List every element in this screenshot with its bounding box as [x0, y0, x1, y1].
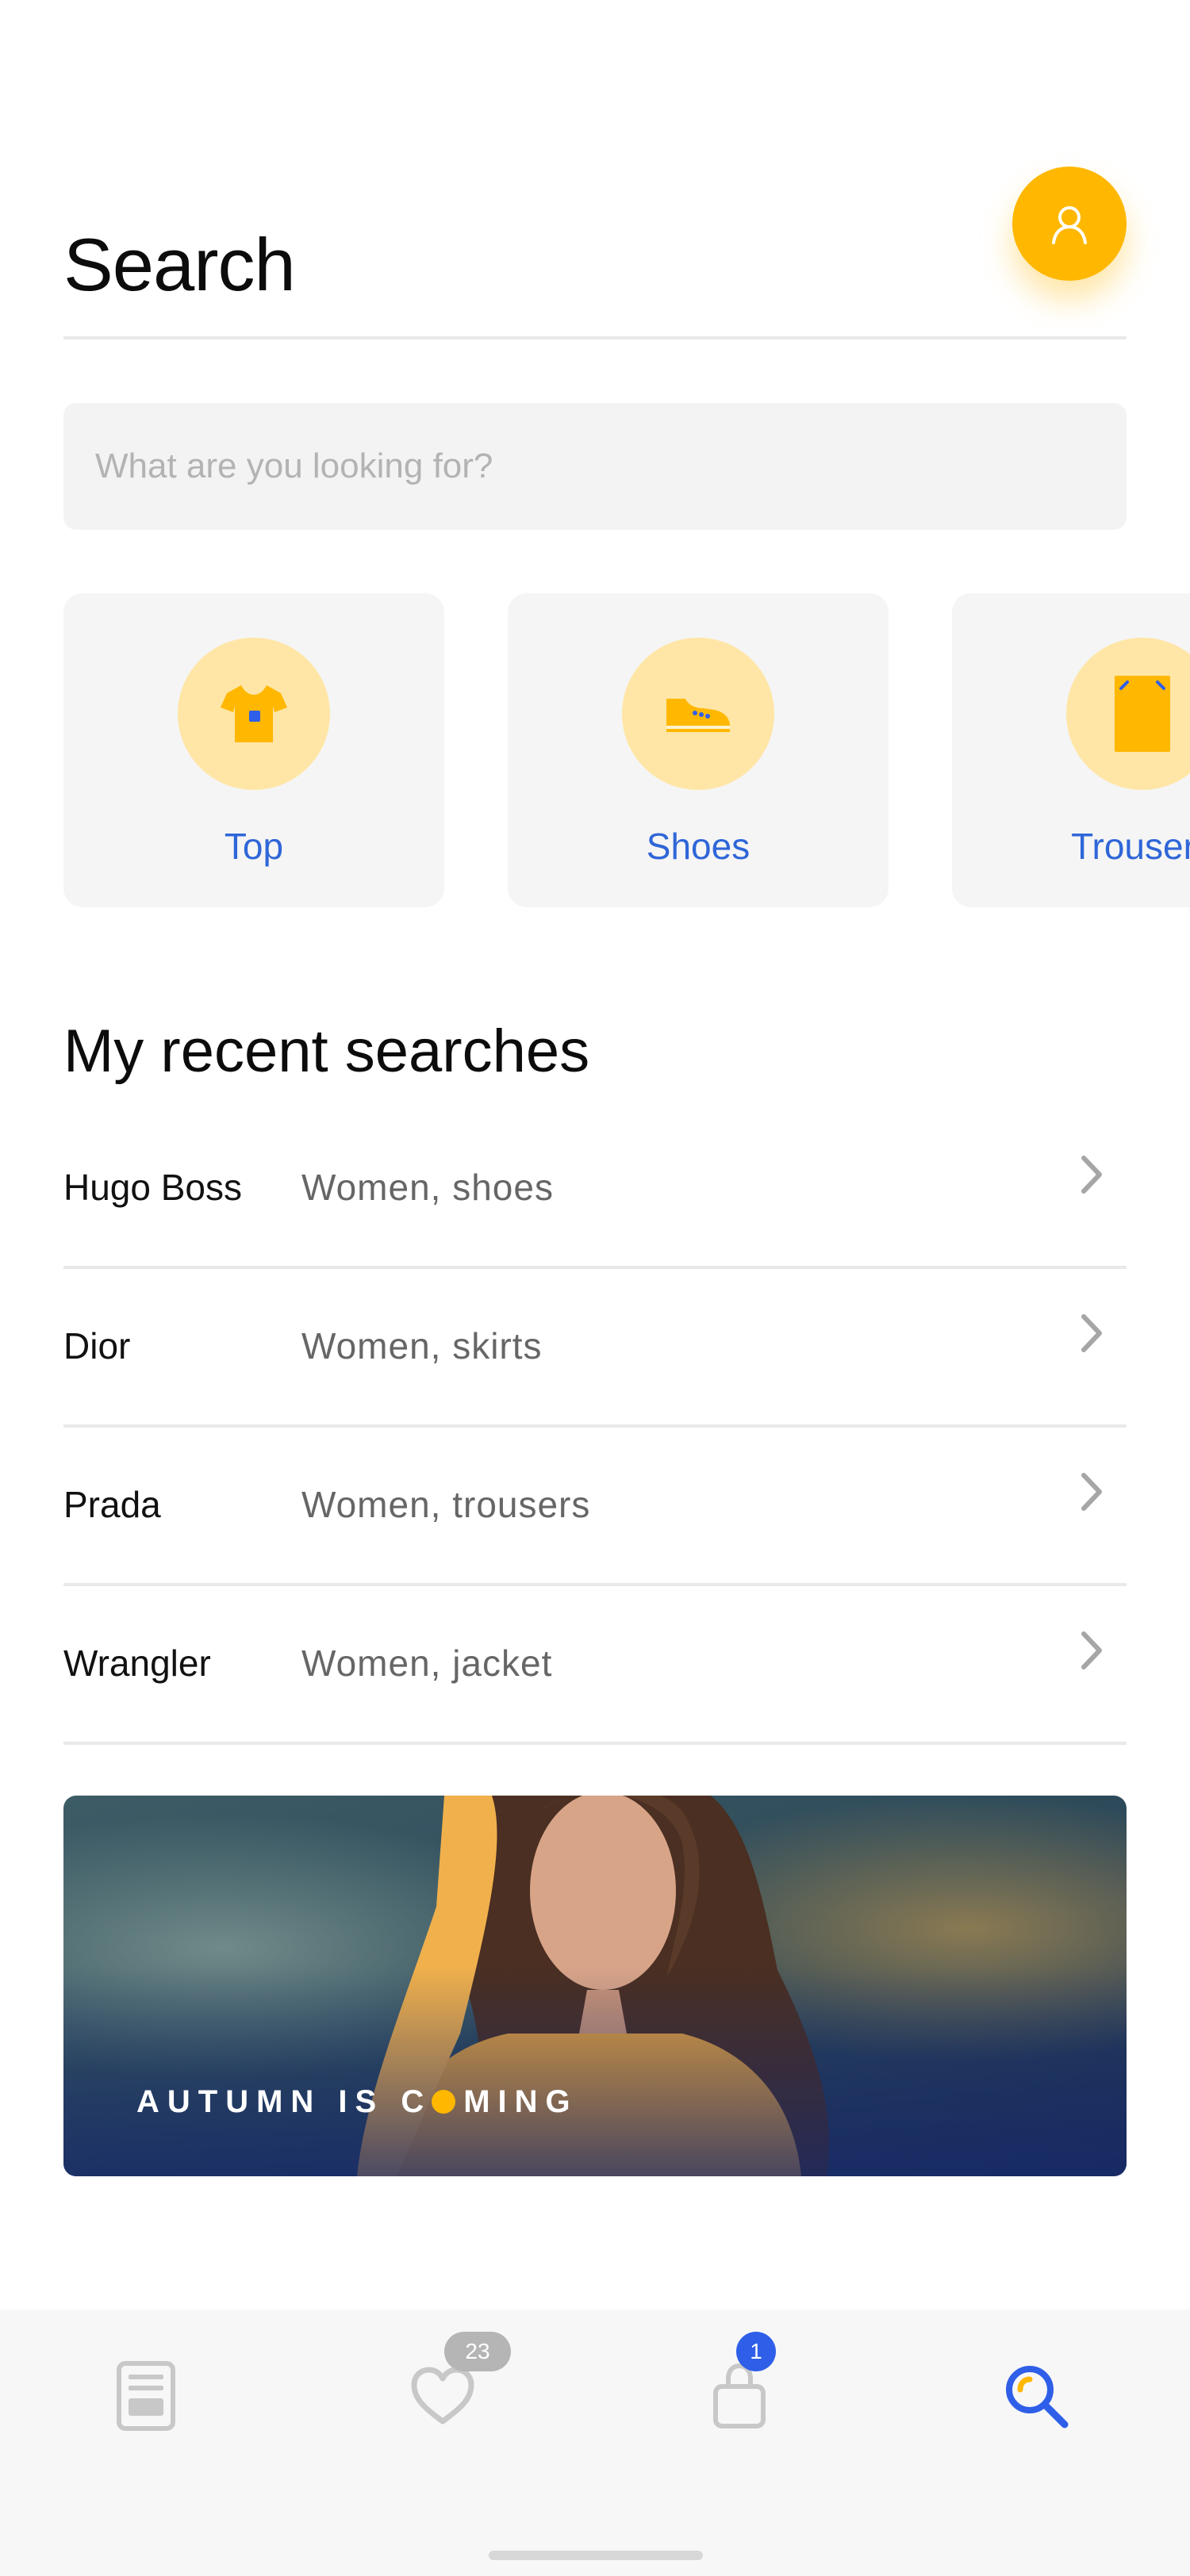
banner-caption: AUTUMN IS C MING [136, 2084, 578, 2120]
recent-search-row[interactable]: Prada Women, trousers [63, 1428, 1127, 1586]
chevron-right-icon [1081, 1156, 1102, 1194]
promo-banner[interactable]: AUTUMN IS C MING [63, 1796, 1127, 2176]
recent-searches-list: Hugo Boss Women, shoes Dior Women, skirt… [63, 1110, 1127, 1745]
recent-brand: Dior [63, 1325, 131, 1367]
category-card-top[interactable]: Top [63, 593, 444, 907]
recent-description: Women, jacket [301, 1643, 553, 1684]
tshirt-icon [221, 685, 287, 742]
recent-description: Women, skirts [301, 1325, 543, 1367]
document-icon [117, 2361, 175, 2431]
tab-search[interactable] [957, 2344, 1115, 2448]
header: Search [63, 143, 1127, 341]
category-icon-circle [622, 638, 774, 790]
tab-feed[interactable] [67, 2344, 225, 2448]
category-icon-circle [1066, 638, 1190, 790]
tab-bag[interactable]: 1 [660, 2332, 819, 2448]
recent-searches-title: My recent searches [63, 1018, 590, 1085]
sneaker-icon [666, 699, 730, 732]
recent-brand: Wrangler [63, 1643, 211, 1684]
user-icon [1052, 206, 1087, 244]
chevron-right-icon [1081, 1473, 1102, 1511]
banner-caption-end: MING [463, 2084, 578, 2119]
recent-description: Women, shoes [301, 1167, 554, 1208]
banner-dot-icon [432, 2090, 456, 2114]
category-card-trousers[interactable]: Trousers [952, 593, 1190, 907]
bag-icon [713, 2363, 766, 2428]
recent-search-row[interactable]: Wrangler Women, jacket [63, 1586, 1127, 1745]
search-icon [1006, 2366, 1069, 2428]
recent-description: Women, trousers [301, 1484, 591, 1525]
home-indicator [489, 2551, 703, 2560]
search-input[interactable] [95, 447, 1127, 486]
tab-favorites[interactable]: 23 [363, 2332, 522, 2448]
category-label: Shoes [646, 826, 750, 867]
profile-button[interactable] [1012, 167, 1127, 281]
search-field[interactable] [63, 403, 1127, 530]
category-icon-circle [178, 638, 330, 790]
category-label: Top [224, 826, 284, 867]
page-title: Search [63, 223, 296, 306]
trousers-icon [1115, 676, 1170, 752]
title-divider [63, 336, 1127, 339]
recent-brand: Prada [63, 1484, 161, 1525]
category-label: Trousers [1071, 826, 1190, 867]
recent-search-row[interactable]: Dior Women, skirts [63, 1269, 1127, 1428]
category-carousel[interactable]: Top Shoes Trousers [63, 593, 1190, 910]
chevron-right-icon [1081, 1631, 1102, 1669]
category-card-shoes[interactable]: Shoes [508, 593, 889, 907]
recent-brand: Hugo Boss [63, 1167, 243, 1208]
favorites-count-badge: 23 [444, 2332, 511, 2371]
chevron-right-icon [1081, 1314, 1102, 1352]
recent-search-row[interactable]: Hugo Boss Women, shoes [63, 1110, 1127, 1269]
bag-count-badge: 1 [736, 2332, 776, 2371]
heart-icon [411, 2367, 474, 2425]
bottom-tab-bar: 23 1 [0, 2310, 1190, 2576]
banner-caption-start: AUTUMN IS C [136, 2084, 432, 2119]
